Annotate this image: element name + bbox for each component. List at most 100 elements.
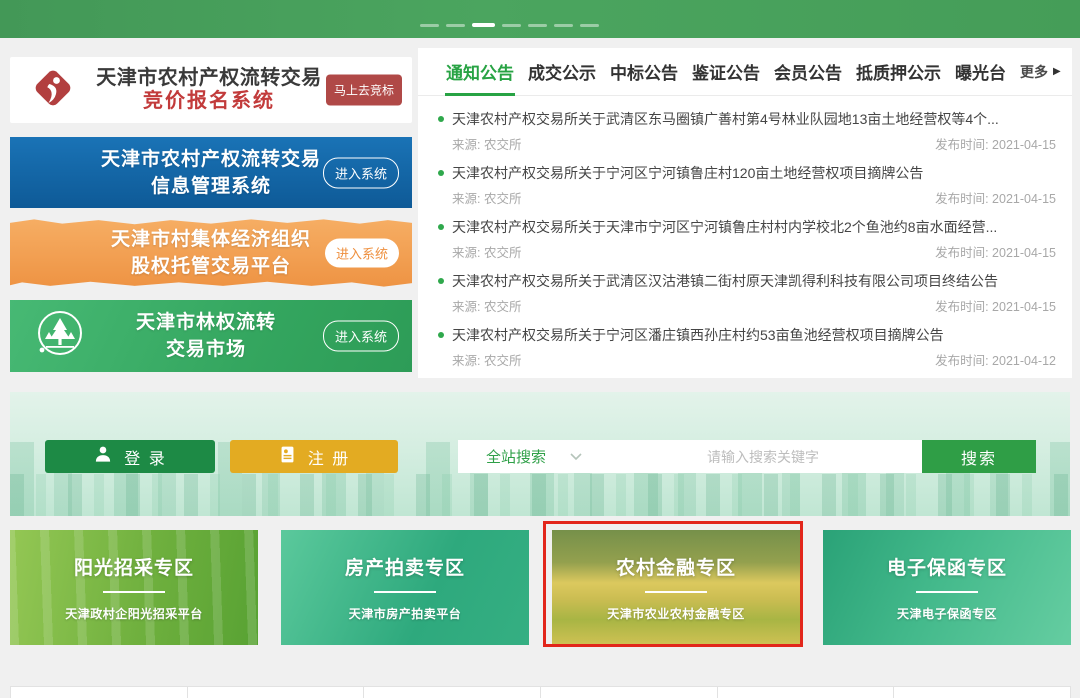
zone-rural-finance[interactable]: 农村金融专区 天津市农业农村金融专区 — [552, 530, 800, 645]
zone-real-estate-auction[interactable]: 房产拍卖专区 天津市房产拍卖平台 — [281, 530, 529, 645]
time-value: 2021-04-15 — [992, 192, 1056, 206]
search-scope-label: 全站搜索 — [486, 446, 546, 467]
carousel-indicators — [420, 23, 599, 27]
source-label: 来源: — [452, 138, 480, 152]
time-value: 2021-04-12 — [992, 354, 1056, 368]
carousel-dot[interactable] — [502, 24, 521, 27]
list-item: 天津农村产权交易所关于武清区汉沽港镇二街村原天津凯得利科技有限公司项目终结公告 … — [436, 271, 1058, 325]
carousel-dot[interactable] — [580, 24, 599, 27]
user-icon — [93, 444, 113, 469]
table-cell — [363, 686, 541, 698]
homepage: 天津市农村产权流转交易 竞价报名系统 马上去竞标 天津市农村产权流转交易 信息管… — [0, 0, 1080, 698]
time-value: 2021-04-15 — [992, 246, 1056, 260]
brand-text: 天津市农村产权流转交易 竞价报名系统 — [90, 67, 328, 113]
zone-title: 阳光招采专区 — [74, 553, 194, 580]
source-value: 农交所 — [484, 138, 522, 152]
more-arrow-icon: ▶ — [1053, 66, 1061, 77]
more-label: 更多 — [1020, 62, 1048, 82]
chevron-down-icon — [570, 448, 582, 465]
zone-divider — [916, 591, 978, 593]
time-label: 发布时间: — [935, 300, 988, 314]
table-cell — [187, 686, 365, 698]
source-label: 来源: — [452, 192, 480, 206]
tab-member[interactable]: 会员公告 — [774, 48, 842, 95]
announcement-title-link[interactable]: 天津农村产权交易所关于武清区东马圈镇广善村第4号林业队园地13亩土地经营权等4个… — [436, 109, 1058, 129]
announcement-panel: 通知公告 成交公示 中标公告 鉴证公告 会员公告 抵质押公示 曝光台 更多 ▶ … — [418, 48, 1072, 378]
announcement-meta: 来源: 农交所 发布时间: 2021-04-12 — [436, 345, 1058, 369]
search-button[interactable]: 搜索 — [922, 440, 1036, 473]
go-bid-button[interactable]: 马上去竞标 — [326, 75, 402, 106]
info-management-banner[interactable]: 天津市农村产权流转交易 信息管理系统 进入系统 — [10, 137, 412, 208]
tab-attestation[interactable]: 鉴证公告 — [692, 48, 760, 95]
search-input[interactable] — [604, 440, 922, 473]
zone-title: 农村金融专区 — [616, 553, 736, 580]
list-item: 天津农村产权交易所关于天津市宁河区宁河镇鲁庄村村内学校北2个鱼池约8亩水面经营.… — [436, 217, 1058, 271]
source-label: 来源: — [452, 246, 480, 260]
list-item: 天津农村产权交易所关于宁河区潘庄镇西孙庄村约53亩鱼池经营权项目摘牌公告 来源:… — [436, 325, 1058, 379]
source-value: 农交所 — [484, 354, 522, 368]
tab-pledge[interactable]: 抵质押公示 — [856, 48, 941, 95]
announcement-title-link[interactable]: 天津农村产权交易所关于宁河区宁河镇鲁庄村120亩土地经营权项目摘牌公告 — [436, 163, 1058, 183]
table-cell — [10, 686, 188, 698]
announcement-title-link[interactable]: 天津农村产权交易所关于武清区汉沽港镇二街村原天津凯得利科技有限公司项目终结公告 — [436, 271, 1058, 291]
search-bar: 全站搜索 搜索 — [458, 440, 1036, 473]
carousel-dot[interactable] — [554, 24, 573, 27]
left-column: 天津市农村产权流转交易 竞价报名系统 马上去竞标 天津市农村产权流转交易 信息管… — [10, 57, 412, 372]
announcement-title-link[interactable]: 天津农村产权交易所关于宁河区潘庄镇西孙庄村约53亩鱼池经营权项目摘牌公告 — [436, 325, 1058, 345]
time-label: 发布时间: — [935, 192, 988, 206]
announcement-title-link[interactable]: 天津农村产权交易所关于天津市宁河区宁河镇鲁庄村村内学校北2个鱼池约8亩水面经营.… — [436, 217, 1058, 237]
hero-banner: 登 录 注 册 全站搜索 搜索 — [10, 392, 1070, 516]
zone-divider — [103, 591, 165, 593]
zone-sunshine-procurement[interactable]: 阳光招采专区 天津政村企阳光招采平台 — [10, 530, 258, 645]
carousel-dot[interactable] — [446, 24, 465, 27]
carousel-dot-active[interactable] — [472, 23, 495, 27]
register-button[interactable]: 注 册 — [230, 440, 398, 473]
zone-subtitle: 天津市农业农村金融专区 — [607, 605, 745, 622]
tree-icon — [34, 308, 86, 365]
carousel-banner — [0, 0, 1080, 38]
table-cell — [540, 686, 718, 698]
carousel-dot[interactable] — [528, 24, 547, 27]
source-value: 农交所 — [484, 192, 522, 206]
tab-winning-bid[interactable]: 中标公告 — [610, 48, 678, 95]
list-item: 天津农村产权交易所关于宁河区宁河镇鲁庄村120亩土地经营权项目摘牌公告 来源: … — [436, 163, 1058, 217]
table-cell — [717, 686, 895, 698]
source-value: 农交所 — [484, 300, 522, 314]
carousel-dot[interactable] — [420, 24, 439, 27]
login-button[interactable]: 登 录 — [45, 440, 215, 473]
zone-subtitle: 天津电子保函专区 — [897, 605, 997, 622]
announcement-meta: 来源: 农交所 发布时间: 2021-04-15 — [436, 237, 1058, 261]
id-card-icon — [278, 445, 297, 469]
brand-subtitle: 竞价报名系统 — [90, 90, 328, 113]
announcement-meta: 来源: 农交所 发布时间: 2021-04-15 — [436, 291, 1058, 315]
banner-line: 交易市场 — [86, 336, 326, 363]
time-label: 发布时间: — [935, 354, 988, 368]
enter-system-button[interactable]: 进入系统 — [323, 157, 399, 188]
time-label: 发布时间: — [935, 138, 988, 152]
zone-divider — [645, 591, 707, 593]
bidding-system-card[interactable]: 天津市农村产权流转交易 竞价报名系统 马上去竞标 — [10, 57, 412, 123]
tab-exposure[interactable]: 曝光台 — [955, 48, 1006, 95]
search-scope-select[interactable]: 全站搜索 — [458, 440, 604, 473]
forest-rights-banner[interactable]: 天津市林权流转 交易市场 进入系统 — [10, 300, 412, 372]
table-cell — [893, 686, 1071, 698]
source-value: 农交所 — [484, 246, 522, 260]
zone-divider — [374, 591, 436, 593]
announcement-list: 天津农村产权交易所关于武清区东马圈镇广善村第4号林业队园地13亩土地经营权等4个… — [418, 96, 1072, 379]
tab-notice-announcements[interactable]: 通知公告 — [446, 48, 514, 95]
time-value: 2021-04-15 — [992, 138, 1056, 152]
more-link[interactable]: 更多 ▶ — [1020, 62, 1061, 82]
time-label: 发布时间: — [935, 246, 988, 260]
announcement-tabs: 通知公告 成交公示 中标公告 鉴证公告 会员公告 抵质押公示 曝光台 更多 ▶ — [418, 48, 1072, 96]
special-zones-row: 阳光招采专区 天津政村企阳光招采平台 房产拍卖专区 天津市房产拍卖平台 农村金融… — [10, 530, 1070, 645]
tab-deal-publicity[interactable]: 成交公示 — [528, 48, 596, 95]
enter-system-button[interactable]: 进入系统 — [323, 321, 399, 352]
equity-custody-banner[interactable]: 天津市村集体经济组织 股权托管交易平台 进入系统 — [10, 218, 412, 288]
zone-subtitle: 天津市房产拍卖平台 — [349, 605, 462, 622]
enter-system-button[interactable]: 进入系统 — [325, 239, 399, 268]
brand-title: 天津市农村产权流转交易 — [90, 67, 328, 90]
brand-diamond-logo-icon — [30, 65, 76, 116]
zone-electronic-guarantee[interactable]: 电子保函专区 天津电子保函专区 — [823, 530, 1071, 645]
announcement-meta: 来源: 农交所 发布时间: 2021-04-15 — [436, 129, 1058, 153]
zone-subtitle: 天津政村企阳光招采平台 — [65, 605, 203, 622]
